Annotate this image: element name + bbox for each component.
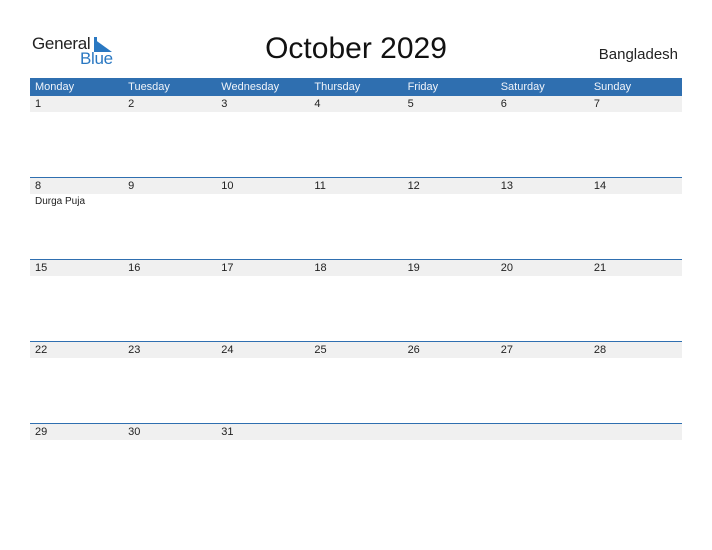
day-number: 27 (500, 344, 513, 356)
event-text (309, 276, 402, 277)
event-text (216, 194, 309, 208)
holiday-durga-puja: Durga Puja (35, 196, 86, 207)
day-number: 1 (35, 98, 42, 110)
date-strip: 1 2 3 4 5 6 7 (30, 96, 682, 112)
day-number: 14 (593, 180, 607, 192)
event-text (496, 358, 589, 359)
day-number (403, 424, 496, 440)
week-row: 15 16 17 18 19 20 21 (30, 259, 682, 341)
day-number: 21 (593, 262, 607, 274)
weekday-saturday: Saturday (500, 81, 545, 93)
day-number: 10 (221, 180, 234, 192)
event-text (309, 112, 402, 113)
event-text (123, 276, 216, 277)
day-number: 3 (221, 98, 228, 110)
day-number: 16 (128, 262, 141, 274)
day-number (309, 424, 402, 440)
day-number: 13 (500, 180, 513, 192)
event-text (403, 112, 496, 113)
day-number (496, 424, 589, 440)
day-number: 18 (314, 262, 327, 274)
day-number: 2 (128, 98, 135, 110)
event-text (589, 276, 682, 277)
event-row (30, 358, 682, 359)
event-text (30, 112, 123, 113)
event-text (30, 276, 123, 277)
event-text (309, 194, 402, 208)
weekday-friday: Friday (407, 81, 439, 93)
event-text (496, 194, 589, 208)
event-text (496, 276, 589, 277)
day-number: 11 (314, 180, 326, 192)
day-number: 7 (593, 98, 600, 110)
weekday-sunday: Sunday (593, 81, 632, 93)
date-strip: 15 16 17 18 19 20 21 (30, 260, 682, 276)
week-row: 29 30 31 (30, 423, 682, 505)
event-text (403, 194, 496, 208)
weekday-header: Monday Tuesday Wednesday Thursday Friday… (30, 78, 682, 96)
event-text (216, 112, 309, 113)
event-row (30, 276, 682, 277)
event-text (123, 112, 216, 113)
event-text (496, 440, 589, 441)
date-strip: 8 9 10 11 12 13 14 (30, 178, 682, 194)
day-number: 22 (35, 344, 48, 356)
day-number: 8 (35, 180, 42, 192)
day-number: 5 (407, 98, 414, 110)
day-number: 28 (593, 344, 607, 356)
day-number (589, 424, 682, 440)
event-text (309, 440, 402, 441)
day-number: 17 (221, 262, 234, 274)
event-text (403, 440, 496, 441)
week-row: 1 2 3 4 5 6 7 (30, 96, 682, 177)
event-text (216, 276, 309, 277)
day-number: 26 (407, 344, 420, 356)
event-text (123, 440, 216, 441)
date-strip: 29 30 31 (30, 424, 682, 440)
calendar-grid: Monday Tuesday Wednesday Thursday Friday… (30, 78, 682, 505)
day-number: 29 (35, 426, 48, 438)
event-text (403, 358, 496, 359)
day-number: 24 (221, 344, 234, 356)
event-text (30, 440, 123, 441)
day-number: 9 (128, 180, 135, 192)
weekday-monday: Monday (35, 81, 75, 93)
day-number: 4 (314, 98, 321, 110)
weekday-tuesday: Tuesday (128, 81, 170, 93)
event-row (30, 440, 682, 441)
country-label: Bangladesh (598, 46, 678, 63)
weekday-thursday: Thursday (314, 81, 361, 93)
day-number: 31 (221, 426, 234, 438)
weekday-wednesday: Wednesday (221, 81, 280, 93)
day-number: 20 (500, 262, 513, 274)
day-number: 12 (407, 180, 420, 192)
event-text (123, 194, 216, 208)
week-row: 8 9 10 11 12 13 14 Durga Puja (30, 177, 682, 259)
day-number: 30 (128, 426, 141, 438)
event-row: Durga Puja (30, 194, 682, 208)
event-text (30, 358, 123, 359)
event-text (216, 358, 309, 359)
week-row: 22 23 24 25 26 27 28 (30, 341, 682, 423)
event-text (589, 440, 682, 441)
event-text (589, 358, 682, 359)
day-number: 23 (128, 344, 141, 356)
event-text (216, 440, 309, 441)
event-text (309, 358, 402, 359)
event-text (589, 112, 682, 113)
event-row (30, 112, 682, 113)
day-number: 25 (314, 344, 327, 356)
day-number: 19 (407, 262, 420, 274)
event-text (403, 276, 496, 277)
date-strip: 22 23 24 25 26 27 28 (30, 342, 682, 358)
day-number: 6 (500, 98, 507, 110)
event-text (496, 112, 589, 113)
event-text (123, 358, 216, 359)
event-text (589, 194, 682, 208)
day-number: 15 (35, 262, 48, 274)
